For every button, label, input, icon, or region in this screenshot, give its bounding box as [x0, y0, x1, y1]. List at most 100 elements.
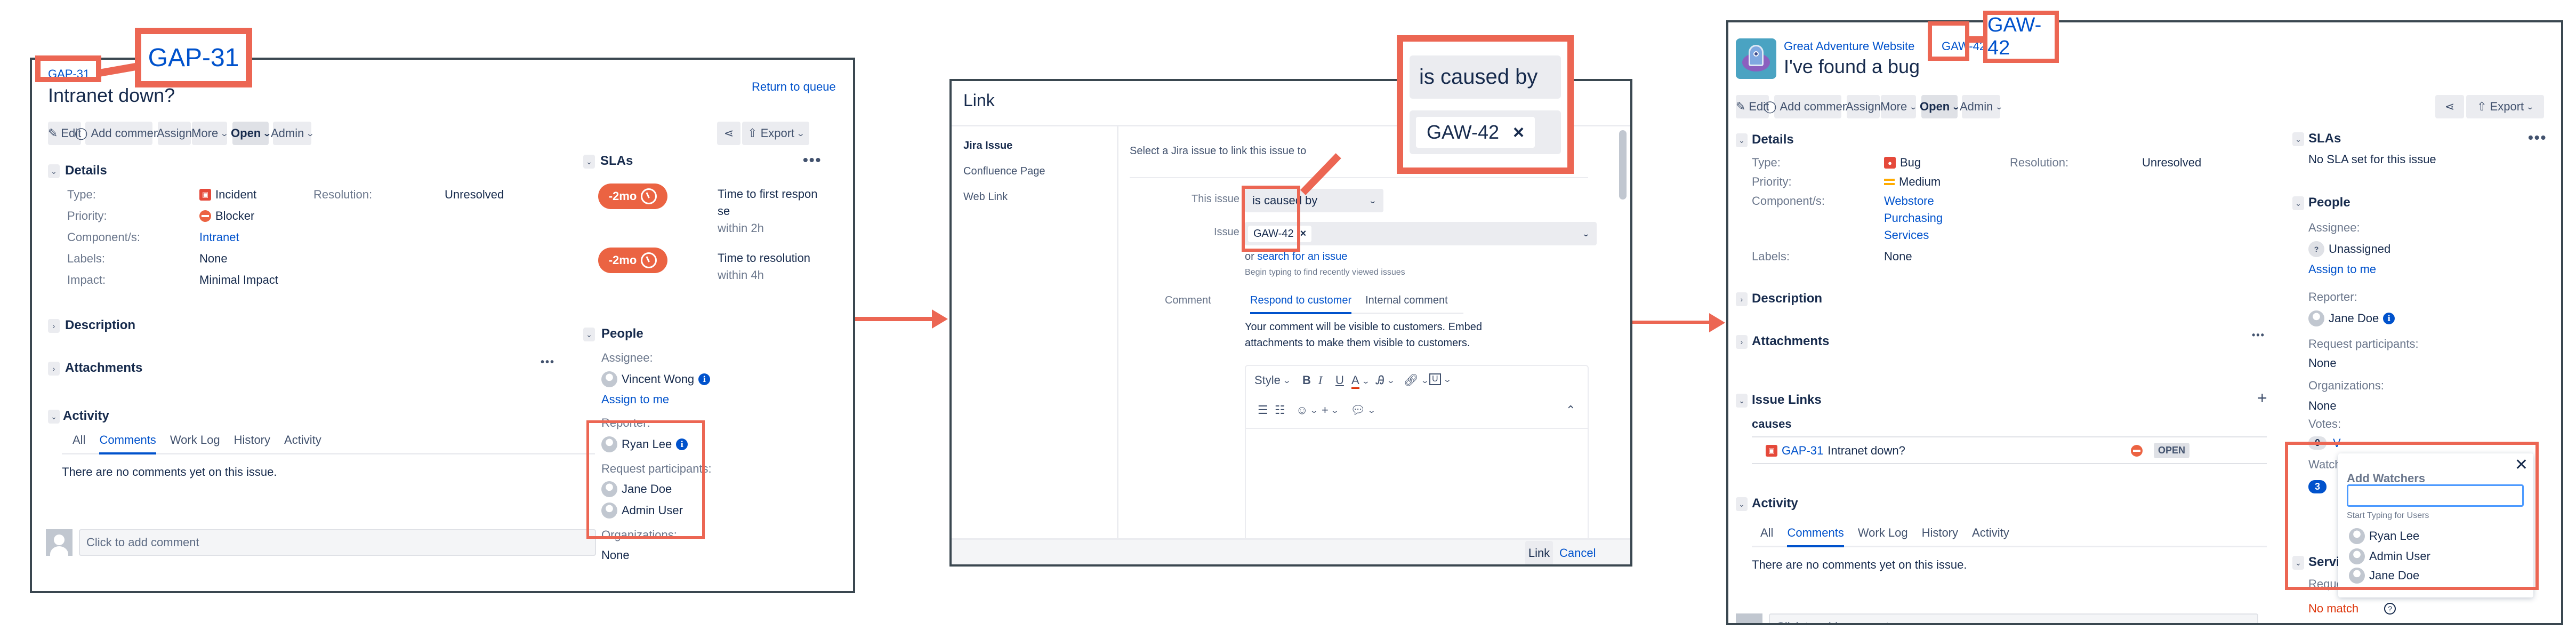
component-link[interactable]: Purchasing — [1884, 211, 1943, 225]
add-comment-input[interactable]: Click to add comment — [79, 529, 596, 556]
help-icon[interactable]: ? — [2384, 603, 2396, 615]
tab-activity[interactable]: Activity — [284, 433, 321, 453]
tab-all[interactable]: All — [73, 433, 85, 453]
tab-work-log[interactable]: Work Log — [170, 433, 220, 453]
assign-to-me-link[interactable]: Assign to me — [2308, 262, 2376, 276]
export-button[interactable]: ⇧ Export ⌄ — [2466, 95, 2544, 118]
export-label: Export — [2490, 100, 2524, 113]
style-dropdown[interactable]: Style ⌄ — [1254, 373, 1291, 387]
nav-confluence-page[interactable]: Confluence Page — [963, 165, 1045, 178]
add-comment-label: Add comment — [91, 126, 164, 140]
cancel-link[interactable]: Cancel — [1559, 546, 1596, 560]
add-link-icon[interactable]: + — [2257, 388, 2267, 408]
attachments-more-icon[interactable]: ••• — [2252, 330, 2265, 341]
attachments-heading[interactable]: Attachments — [65, 361, 142, 376]
component-link[interactable]: Services — [1884, 228, 1929, 242]
component-link[interactable]: Webstore — [1884, 194, 1934, 208]
text-format-button[interactable]: Ꭿ ⌄ — [1376, 373, 1395, 387]
linked-issue-row[interactable]: ▣ GAP-31 Intranet down? — [1766, 444, 1905, 458]
status-label: Open — [1920, 100, 1950, 113]
nav-web-link[interactable]: Web Link — [963, 191, 1008, 203]
slas-more-icon[interactable]: ••• — [2528, 129, 2547, 146]
export-button[interactable]: ⇧ Export ⌄ — [742, 122, 809, 145]
assignee-value[interactable]: Vincent Wong i — [601, 371, 711, 387]
tab-work-log[interactable]: Work Log — [1858, 526, 1908, 546]
assign-to-me-link[interactable]: Assign to me — [601, 393, 669, 406]
more-button[interactable]: More ⌄ — [1880, 95, 1918, 118]
dialog-scrollbar[interactable] — [1619, 130, 1627, 200]
priority-label: Priority: — [67, 209, 107, 222]
return-to-queue-link[interactable]: Return to queue — [752, 80, 836, 94]
numbered-list-button[interactable]: ☷ — [1275, 403, 1285, 417]
canned-response-button[interactable]: 💬︎ ⌄ — [1350, 403, 1376, 417]
bold-button[interactable]: B — [1302, 373, 1311, 387]
nav-jira-issue[interactable]: Jira Issue — [963, 140, 1012, 152]
info-icon[interactable]: i — [2383, 313, 2395, 324]
add-comment-input[interactable]: Click to add comment — [1769, 613, 2258, 623]
add-comment-button[interactable]: ◯ Add comment — [75, 122, 163, 145]
bullet-list-button[interactable]: ☰ — [1258, 403, 1268, 417]
status-open-button[interactable]: Open ⌄ — [1920, 95, 1960, 118]
description-heading[interactable]: Description — [65, 318, 135, 333]
assign-button[interactable]: Assign — [1846, 95, 1881, 118]
slas-toggle[interactable]: ⌄ — [583, 155, 595, 169]
tab-respond-to-customer[interactable]: Respond to customer — [1250, 294, 1352, 314]
components-label: Component/s: — [1752, 194, 1825, 208]
participants-label: Request participants: — [2308, 337, 2419, 350]
admin-button[interactable]: Admin ⌄ — [1960, 95, 2003, 118]
tab-all[interactable]: All — [1760, 526, 1773, 546]
people-toggle[interactable]: ⌄ — [2292, 196, 2304, 210]
status-open-button[interactable]: Open ⌄ — [231, 122, 271, 145]
link-button[interactable]: 🔗︎ ⌄ — [1404, 373, 1429, 387]
description-heading[interactable]: Description — [1752, 291, 1822, 306]
linked-issue-key[interactable]: GAP-31 — [1782, 444, 1823, 458]
insert-more-button[interactable]: + ⌄ — [1322, 403, 1339, 417]
description-toggle[interactable]: › — [48, 319, 60, 333]
more-label: More — [191, 126, 219, 140]
page-title: Intranet down? — [48, 84, 175, 106]
activity-toggle[interactable]: ⌄ — [48, 410, 60, 424]
attachments-toggle[interactable]: › — [48, 362, 60, 376]
more-button[interactable]: More ⌄ — [191, 122, 229, 145]
remove-chip-icon[interactable]: × — [1300, 228, 1307, 240]
linked-issue-status: OPEN — [2154, 443, 2190, 458]
activity-toggle[interactable]: ⌄ — [1736, 497, 1748, 511]
attachment-button[interactable]: U ⌄ — [1429, 373, 1452, 385]
share-button[interactable]: ⋖ — [717, 122, 740, 145]
admin-button[interactable]: Admin ⌄ — [271, 122, 315, 145]
italic-button[interactable]: I — [1318, 373, 1322, 387]
component-link[interactable]: Intranet — [199, 230, 239, 244]
details-toggle[interactable]: ⌄ — [48, 164, 60, 178]
tab-internal-comment[interactable]: Internal comment — [1365, 294, 1448, 313]
slas-toggle[interactable]: ⌄ — [2292, 132, 2304, 146]
attachments-more-icon[interactable]: ••• — [541, 356, 555, 369]
link-submit-button[interactable]: Link — [1525, 541, 1553, 564]
description-toggle[interactable]: › — [1736, 292, 1748, 306]
project-link[interactable]: Great Adventure Website — [1784, 39, 1914, 53]
resolution-label: Resolution: — [313, 188, 373, 201]
emoji-button[interactable]: ☺ ⌄ — [1296, 403, 1319, 417]
assign-button[interactable]: Assign — [157, 122, 192, 145]
add-comment-button[interactable]: ◯ Add comment — [1764, 95, 1852, 118]
people-toggle[interactable]: ⌄ — [583, 328, 595, 341]
attachments-toggle[interactable]: › — [1736, 335, 1748, 349]
comment-placeholder: Click to add comment — [1776, 620, 1889, 623]
tab-comments[interactable]: Comments — [1787, 526, 1844, 547]
slas-more-icon[interactable]: ••• — [803, 151, 822, 169]
tab-comments[interactable]: Comments — [99, 433, 156, 454]
tab-history[interactable]: History — [234, 433, 270, 453]
issue-links-toggle[interactable]: ⌄ — [1736, 394, 1748, 408]
underline-button[interactable]: U — [1335, 373, 1344, 387]
details-toggle[interactable]: ⌄ — [1736, 133, 1748, 147]
tab-activity[interactable]: Activity — [1972, 526, 2009, 546]
search-for-issue-link[interactable]: search for an issue — [1257, 251, 1347, 262]
text-color-button[interactable]: A ⌄ — [1351, 373, 1370, 389]
info-icon[interactable]: i — [698, 373, 711, 385]
share-button[interactable]: ⋖ — [2435, 95, 2464, 118]
reporter-value[interactable]: Jane Doe i — [2308, 310, 2395, 326]
notice-line: Your comment will be visible to customer… — [1245, 321, 1482, 333]
tab-history[interactable]: History — [1922, 526, 1958, 546]
linked-issue-priority — [2131, 445, 2143, 459]
attachments-heading[interactable]: Attachments — [1752, 334, 1829, 349]
collapse-toolbar-icon[interactable]: ⌃ — [1566, 403, 1575, 417]
